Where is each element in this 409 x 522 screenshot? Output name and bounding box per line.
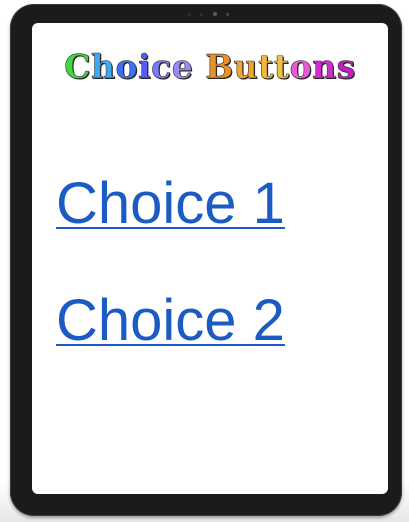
title-letter	[193, 47, 205, 86]
page-title: Choice Buttons	[32, 47, 388, 87]
sensor-dot	[226, 13, 229, 16]
sensor-dot	[188, 13, 191, 16]
tablet-screen: Choice Buttons Choice 1 Choice 2	[32, 23, 388, 494]
title-letter: h	[91, 47, 116, 87]
title-letter: o	[115, 47, 139, 87]
title-letter: o	[289, 47, 313, 87]
choice-2-link[interactable]: Choice 2	[56, 292, 285, 350]
sensor-dot	[200, 13, 203, 16]
title-letter: n	[312, 47, 337, 87]
title-letter: t	[273, 47, 290, 87]
camera-sensor-bar	[188, 11, 244, 17]
title-letter: B	[205, 47, 234, 87]
title-letter: e	[171, 47, 194, 87]
choice-1-link[interactable]: Choice 1	[56, 175, 285, 233]
title-letter: s	[336, 47, 356, 87]
camera-icon	[213, 12, 217, 16]
title-letter: C	[64, 47, 92, 87]
title-letter: i	[138, 47, 152, 87]
title-letter: c	[151, 47, 172, 87]
title-letter: u	[233, 47, 259, 87]
title-letter: t	[258, 47, 274, 87]
